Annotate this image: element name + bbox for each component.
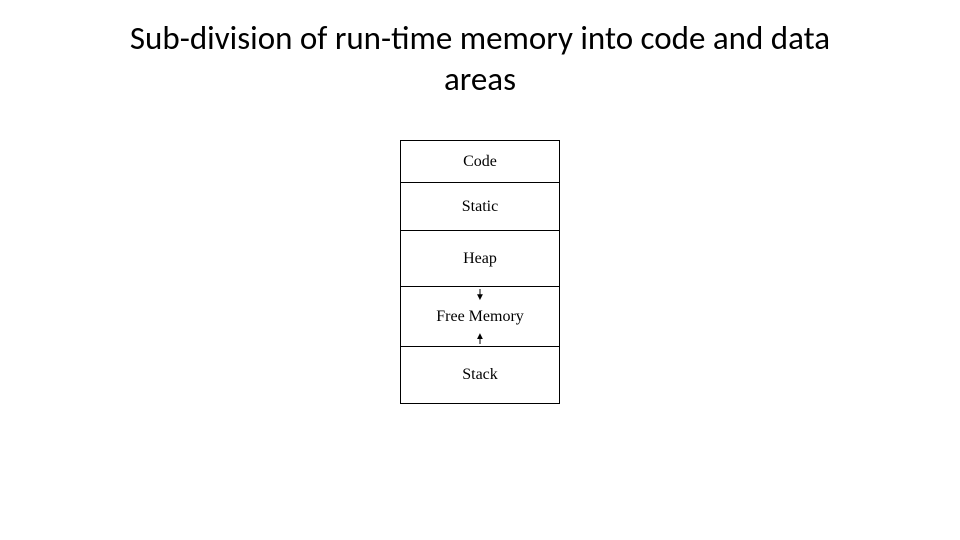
memory-cell-static: Static — [400, 182, 560, 230]
memory-cell-free: ▼ Free Memory ▲ — [400, 286, 560, 346]
arrow-down-icon: ▼ — [475, 293, 485, 303]
cell-label: Code — [463, 153, 497, 171]
memory-cell-code: Code — [400, 140, 560, 182]
memory-cell-stack: Stack — [400, 346, 560, 404]
cell-label: Free Memory — [436, 308, 524, 326]
cell-label: Heap — [463, 250, 497, 268]
memory-layout-diagram: Code Static Heap ▼ Free Memory ▲ Stack — [400, 140, 560, 404]
memory-cell-heap: Heap — [400, 230, 560, 286]
slide-title: Sub-division of run-time memory into cod… — [0, 18, 960, 101]
cell-label: Stack — [462, 366, 498, 384]
arrow-up-stem — [480, 336, 481, 344]
cell-label: Static — [462, 198, 498, 216]
